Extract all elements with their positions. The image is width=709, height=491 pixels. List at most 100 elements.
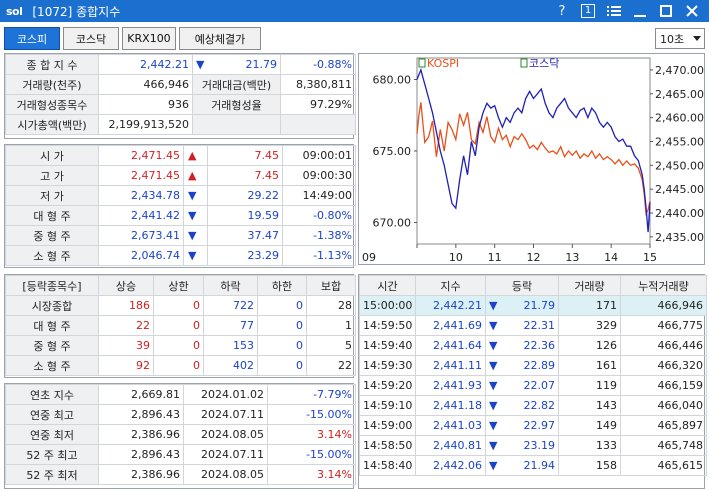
menu-icon[interactable] bbox=[601, 0, 627, 22]
app-logo: sol bbox=[6, 4, 23, 18]
tick-index: 2,441.93 bbox=[415, 375, 486, 396]
tick-index: 2,441.64 bbox=[415, 335, 486, 356]
breadth-header: [등락종목수] bbox=[5, 275, 99, 296]
price-change: 19.59 bbox=[207, 205, 283, 226]
yearly-date: 2024.07.11 bbox=[183, 404, 268, 425]
left-tick-label: 675.00 bbox=[373, 145, 412, 158]
tick-row[interactable]: 14:58:50 2,440.81 ▼ 23.19 133 465,748 bbox=[359, 435, 707, 456]
interval-select[interactable]: 10초 bbox=[655, 28, 705, 49]
tick-row[interactable]: 14:59:30 2,441.11 ▼ 22.89 161 466,320 bbox=[359, 355, 707, 376]
yearly-label: 52 주 최저 bbox=[5, 464, 99, 485]
tick-row[interactable]: 14:59:20 2,441.93 ▼ 22.07 119 466,159 bbox=[359, 375, 707, 396]
breadth-lower: 0 bbox=[257, 355, 307, 376]
breadth-header: 보합 bbox=[306, 275, 356, 296]
yearly-row: 연초 지수 2,669.81 2024.01.02 -7.79% bbox=[5, 384, 356, 405]
interval-value: 10초 bbox=[660, 32, 685, 46]
tick-cumulative: 466,775 bbox=[620, 315, 707, 336]
yearly-label: 연초 지수 bbox=[5, 384, 99, 405]
tab-kosdaq[interactable]: 코스닥 bbox=[63, 27, 119, 50]
formed-label: 거래형성종목수 bbox=[5, 94, 99, 115]
left-tick-label: 670.00 bbox=[373, 217, 412, 230]
breadth-header: 하한 bbox=[257, 275, 307, 296]
price-value: 2,441.42 bbox=[98, 205, 184, 226]
amount-value: 8,380,811 bbox=[280, 74, 356, 95]
tick-row[interactable]: 14:59:10 2,441.18 ▼ 22.82 143 466,040 bbox=[359, 395, 707, 416]
yearly-rate: -7.79% bbox=[267, 384, 356, 405]
breadth-down: 153 bbox=[203, 335, 258, 356]
tab-krx100[interactable]: KRX100 bbox=[122, 27, 176, 50]
yearly-value: 2,386.96 bbox=[98, 464, 184, 485]
right-tick-label: 2,465.00 bbox=[655, 88, 704, 101]
close-icon[interactable] bbox=[679, 0, 705, 22]
yearly-row: 52 주 최고 2,896.43 2024.07.11 -15.00% bbox=[5, 444, 356, 465]
tick-volume: 171 bbox=[558, 295, 621, 316]
tick-change: ▼ 22.97 bbox=[485, 415, 559, 436]
tick-row[interactable]: 14:59:50 2,441.69 ▼ 22.31 329 466,775 bbox=[359, 315, 707, 336]
breadth-label: 시장종합 bbox=[5, 295, 99, 316]
tick-cumulative: 465,748 bbox=[620, 435, 707, 456]
x-tick-label: 09 bbox=[362, 251, 376, 264]
ticks-panel: 시간 지수 등락 거래량 누적거래량 15:00:00 2,442.21 ▼ 21.79 171… bbox=[358, 274, 707, 489]
right-tick-label: 2,450.00 bbox=[655, 159, 704, 172]
yearly-value: 2,386.96 bbox=[98, 424, 184, 445]
legend-kosdaq: 코스닥 bbox=[529, 57, 559, 70]
page-number-button[interactable]: 1 bbox=[575, 0, 601, 22]
tick-time: 14:59:50 bbox=[359, 315, 416, 336]
right-tick-label: 2,470.00 bbox=[655, 64, 704, 77]
mcap-value: 2,199,913,520 bbox=[98, 114, 193, 135]
minimize-icon[interactable] bbox=[627, 0, 653, 22]
down-arrow-icon: ▼ bbox=[489, 359, 498, 372]
left-tick-label: 680.00 bbox=[373, 73, 412, 86]
breadth-row: 소 형 주 92 0 402 0 22 bbox=[5, 355, 356, 376]
breadth-lower: 0 bbox=[257, 295, 307, 316]
tab-expected-price[interactable]: 예상체결가 bbox=[179, 27, 261, 50]
down-arrow-icon: ▼ bbox=[183, 205, 208, 226]
down-arrow-icon: ▼ bbox=[489, 319, 498, 332]
tick-volume: 329 bbox=[558, 315, 621, 336]
tick-row[interactable]: 14:59:40 2,441.64 ▼ 22.36 126 466,446 bbox=[359, 335, 707, 356]
tick-row[interactable]: 14:58:40 2,442.06 ▼ 21.94 158 465,615 bbox=[359, 455, 707, 476]
right-tick-label: 2,440.00 bbox=[655, 207, 704, 220]
yearly-value: 2,896.43 bbox=[98, 444, 184, 465]
yearly-panel: 연초 지수 2,669.81 2024.01.02 -7.79% 연중 최고 2,896.… bbox=[4, 383, 356, 489]
price-label: 소 형 주 bbox=[5, 245, 99, 266]
toolbar: 코스피 코스닥 KRX100 예상체결가 10초 bbox=[0, 25, 709, 51]
tick-change: ▼ 21.94 bbox=[485, 455, 559, 476]
price-time: 14:49:00 bbox=[282, 185, 356, 206]
empty-cell bbox=[280, 114, 356, 135]
tick-row[interactable]: 15:00:00 2,442.21 ▼ 21.79 171 466,946 bbox=[359, 295, 707, 316]
tick-time: 14:58:40 bbox=[359, 455, 416, 476]
breadth-flat: 5 bbox=[306, 335, 356, 356]
right-tick-label: 2,455.00 bbox=[655, 135, 704, 148]
price-value: 2,434.78 bbox=[98, 185, 184, 206]
right-tick-label: 2,435.00 bbox=[655, 231, 704, 244]
down-arrow-icon: ▼ bbox=[489, 379, 498, 392]
tick-row[interactable]: 14:59:00 2,441.03 ▼ 22.97 149 465,897 bbox=[359, 415, 707, 436]
tab-kospi[interactable]: 코스피 bbox=[4, 27, 60, 50]
breadth-up: 39 bbox=[98, 335, 154, 356]
tick-cumulative: 465,897 bbox=[620, 415, 707, 436]
tick-index: 2,442.06 bbox=[415, 455, 486, 476]
down-arrow-icon: ▼ bbox=[489, 299, 498, 312]
volume-value: 466,946 bbox=[98, 74, 193, 95]
price-time: 09:00:30 bbox=[282, 165, 356, 186]
help-button[interactable]: ? bbox=[549, 0, 575, 22]
formed-value: 936 bbox=[98, 94, 193, 115]
amount-label: 거래대금(백만) bbox=[192, 74, 281, 95]
up-arrow-icon: ▲ bbox=[183, 165, 208, 186]
tick-index: 2,441.11 bbox=[415, 355, 486, 376]
down-arrow-icon: ▼ bbox=[196, 58, 205, 71]
price-row: 저 가 2,434.78 ▼ 29.22 14:49:00 bbox=[5, 185, 356, 206]
tick-time: 14:58:50 bbox=[359, 435, 416, 456]
yearly-label: 연중 최고 bbox=[5, 404, 99, 425]
maximize-icon[interactable] bbox=[653, 0, 679, 22]
breadth-panel: [등락종목수] 상승 상한 하락 하한 보합 시장종합 186 0 722 0 28 대 형 주 22 0… bbox=[4, 274, 356, 378]
breadth-up: 22 bbox=[98, 315, 154, 336]
breadth-flat: 1 bbox=[306, 315, 356, 336]
price-change: 7.45 bbox=[207, 165, 283, 186]
formed-rate-label: 거래형성율 bbox=[192, 94, 281, 115]
price-rate: -0.80% bbox=[282, 205, 356, 226]
breadth-row: 중 형 주 39 0 153 0 5 bbox=[5, 335, 356, 356]
tick-change: ▼ 22.31 bbox=[485, 315, 559, 336]
tick-time: 14:59:30 bbox=[359, 355, 416, 376]
